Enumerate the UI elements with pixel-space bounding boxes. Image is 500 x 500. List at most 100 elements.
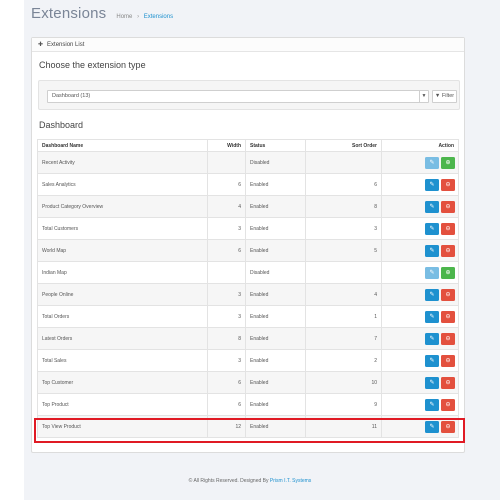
- status-cell: Enabled: [245, 349, 306, 372]
- edit-button[interactable]: ✎: [425, 222, 439, 235]
- puzzle-icon: ✚: [38, 42, 44, 48]
- table-row: Top Product 6 Enabled 9 ✎ ⊖: [37, 393, 459, 416]
- edit-button[interactable]: ✎: [425, 288, 439, 301]
- width-cell: 6: [207, 239, 246, 262]
- action-cell: ✎ ⊖: [381, 195, 459, 218]
- action-cell: ✎ ⊖: [381, 283, 459, 306]
- column-header-status: Status: [245, 139, 306, 152]
- dashboard-name-cell: Recent Activity: [37, 151, 208, 174]
- edit-button[interactable]: ✎: [425, 354, 439, 367]
- status-cell: Enabled: [245, 239, 306, 262]
- breadcrumb-home[interactable]: Home: [116, 14, 132, 20]
- extension-type-value: Dashboard (13): [52, 93, 91, 99]
- install-button[interactable]: ⊕: [441, 266, 455, 279]
- dashboard-name-cell: Total Sales: [37, 349, 208, 372]
- status-cell: Enabled: [245, 327, 306, 350]
- breadcrumb-extensions[interactable]: Extensions: [144, 14, 173, 20]
- column-header-action: Action: [381, 139, 459, 152]
- uninstall-button[interactable]: ⊖: [441, 332, 455, 345]
- footer-text: © All Rights Reserved. Designed By: [188, 478, 269, 484]
- action-cell: ✎ ⊖: [381, 349, 459, 372]
- uninstall-button[interactable]: ⊖: [441, 288, 455, 301]
- footer-link[interactable]: Prism I.T. Systems: [270, 478, 311, 484]
- extension-type-select[interactable]: Dashboard (13) ▼: [47, 90, 429, 103]
- width-cell: 3: [207, 283, 246, 306]
- dashboard-name-cell: Total Orders: [37, 305, 208, 328]
- filter-button-label: Filter: [441, 93, 455, 99]
- plus-circle-icon: ⊕: [445, 269, 451, 276]
- dashboard-table: Dashboard Name Width Status Sort Order A…: [37, 139, 459, 438]
- chevron-down-icon[interactable]: ▼: [419, 91, 428, 102]
- sort-order-cell: 5: [305, 239, 382, 262]
- uninstall-button[interactable]: ⊖: [441, 178, 455, 191]
- status-cell: Enabled: [245, 283, 306, 306]
- pencil-icon: ✎: [429, 379, 435, 386]
- sort-order-cell: 3: [305, 217, 382, 240]
- edit-button[interactable]: ✎: [425, 398, 439, 411]
- minus-circle-icon: ⊖: [445, 181, 451, 188]
- edit-button[interactable]: ✎: [425, 310, 439, 323]
- install-button[interactable]: ⊕: [441, 156, 455, 169]
- pencil-icon: ✎: [429, 401, 435, 408]
- edit-button[interactable]: ✎: [425, 200, 439, 213]
- pencil-icon: ✎: [429, 247, 435, 254]
- sort-order-cell: 9: [305, 393, 382, 416]
- minus-circle-icon: ⊖: [445, 291, 451, 298]
- edit-button: ✎: [425, 156, 439, 169]
- pencil-icon: ✎: [429, 269, 435, 276]
- filter-icon: ▼: [434, 93, 441, 99]
- sort-order-cell: [305, 261, 382, 284]
- table-row: People Online 3 Enabled 4 ✎ ⊖: [37, 283, 459, 306]
- sort-order-cell: 2: [305, 349, 382, 372]
- minus-circle-icon: ⊖: [445, 357, 451, 364]
- uninstall-button[interactable]: ⊖: [441, 310, 455, 323]
- page-title: Extensions: [31, 5, 107, 22]
- edit-button[interactable]: ✎: [425, 376, 439, 389]
- sort-order-cell: 10: [305, 371, 382, 394]
- minus-circle-icon: ⊖: [445, 379, 451, 386]
- table-row: Recent Activity Disabled ✎ ⊕: [37, 151, 459, 174]
- minus-circle-icon: ⊖: [445, 203, 451, 210]
- column-header-name[interactable]: Dashboard Name: [37, 139, 208, 152]
- uninstall-button[interactable]: ⊖: [441, 200, 455, 213]
- action-cell: ✎ ⊖: [381, 415, 459, 438]
- pencil-icon: ✎: [429, 291, 435, 298]
- panel-heading-label: Extension List: [47, 41, 85, 48]
- table-row: Total Orders 3 Enabled 1 ✎ ⊖: [37, 305, 459, 328]
- uninstall-button[interactable]: ⊖: [441, 222, 455, 235]
- sort-order-cell: 8: [305, 195, 382, 218]
- action-cell: ✎ ⊖: [381, 239, 459, 262]
- dashboard-name-cell: Top Customer: [37, 371, 208, 394]
- width-cell: 3: [207, 349, 246, 372]
- edit-button[interactable]: ✎: [425, 332, 439, 345]
- table-row: Latest Orders 8 Enabled 7 ✎ ⊖: [37, 327, 459, 350]
- minus-circle-icon: ⊖: [445, 225, 451, 232]
- edit-button[interactable]: ✎: [425, 420, 439, 433]
- minus-circle-icon: ⊖: [445, 423, 451, 430]
- uninstall-button[interactable]: ⊖: [441, 354, 455, 367]
- uninstall-button[interactable]: ⊖: [441, 376, 455, 389]
- action-cell: ✎ ⊖: [381, 371, 459, 394]
- action-cell: ✎ ⊕: [381, 151, 459, 174]
- action-cell: ✎ ⊖: [381, 217, 459, 240]
- status-cell: Enabled: [245, 173, 306, 196]
- breadcrumb: Home › Extensions: [116, 14, 173, 20]
- table-row: Sales Analytics 6 Enabled 6 ✎ ⊖: [37, 173, 459, 196]
- uninstall-button[interactable]: ⊖: [441, 398, 455, 411]
- filter-button[interactable]: ▼ Filter: [432, 90, 457, 103]
- dashboard-name-cell: Top Product: [37, 393, 208, 416]
- action-cell: ✎ ⊖: [381, 393, 459, 416]
- width-cell: 6: [207, 393, 246, 416]
- action-cell: ✎ ⊖: [381, 173, 459, 196]
- edit-button[interactable]: ✎: [425, 244, 439, 257]
- action-cell: ✎ ⊖: [381, 327, 459, 350]
- uninstall-button[interactable]: ⊖: [441, 244, 455, 257]
- sort-order-cell: 1: [305, 305, 382, 328]
- column-header-sort-order[interactable]: Sort Order: [305, 139, 382, 152]
- uninstall-button[interactable]: ⊖: [441, 420, 455, 433]
- pencil-icon: ✎: [429, 181, 435, 188]
- pencil-icon: ✎: [429, 335, 435, 342]
- edit-button[interactable]: ✎: [425, 178, 439, 191]
- pencil-icon: ✎: [429, 357, 435, 364]
- pencil-icon: ✎: [429, 313, 435, 320]
